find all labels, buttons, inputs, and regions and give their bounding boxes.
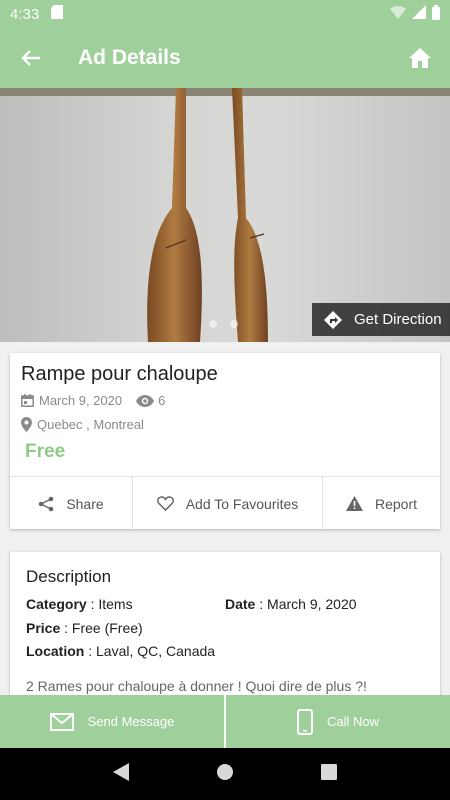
location-label: Location	[26, 643, 85, 659]
carousel-dot[interactable]	[209, 320, 217, 328]
description-heading: Description	[26, 567, 112, 586]
add-to-favourites-button[interactable]: Add To Favourites	[132, 477, 322, 530]
back-arrow-icon	[21, 50, 40, 66]
mail-icon	[49, 712, 74, 731]
system-nav-bar	[0, 748, 450, 800]
back-button[interactable]	[0, 28, 62, 88]
description-text: 2 Rames pour chaloupe à donner ! Quoi di…	[26, 678, 367, 694]
category-row: Category : Items	[26, 596, 133, 612]
nav-recents-icon[interactable]	[320, 763, 337, 785]
home-icon	[409, 48, 431, 68]
location-pin-icon	[21, 417, 32, 432]
send-message-button[interactable]: Send Message	[0, 695, 224, 748]
call-now-label: Call Now	[326, 714, 379, 729]
ad-photo-carousel[interactable]: Get Direction	[0, 88, 450, 342]
signal-icon	[412, 5, 426, 23]
ad-title: Rampe pour chaloupe	[21, 363, 218, 385]
get-direction-label: Get Direction	[354, 311, 442, 328]
description-card: Description Category : Items Date : Marc…	[10, 552, 440, 702]
calendar-icon	[21, 394, 34, 407]
ad-date: March 9, 2020	[21, 393, 122, 408]
sd-card-icon	[51, 5, 64, 23]
carousel-indicator	[209, 320, 238, 328]
category-label: Category	[26, 596, 87, 612]
status-time: 4:33	[10, 5, 40, 23]
ad-location-text: Quebec , Montreal	[37, 417, 144, 432]
carousel-dot[interactable]	[230, 320, 238, 328]
ad-actions: Share Add To Favourites Report	[10, 476, 440, 530]
share-label: Share	[66, 495, 104, 512]
location-row: Location : Laval, QC, Canada	[26, 643, 215, 659]
ad-price: Free	[25, 441, 66, 462]
get-direction-button[interactable]: Get Direction	[312, 303, 450, 336]
bottom-bar-divider	[224, 695, 226, 748]
page-title: Ad Details	[78, 46, 181, 69]
date-label: Date	[225, 596, 256, 612]
favourites-label: Add To Favourites	[185, 495, 299, 512]
price-label: Price	[26, 620, 61, 636]
bottom-action-bar: Send Message Call Now	[0, 695, 450, 748]
share-button[interactable]: Share	[10, 477, 132, 530]
eye-icon	[136, 394, 155, 407]
category-value: : Items	[86, 596, 133, 612]
heart-icon	[156, 496, 174, 511]
directions-icon	[312, 310, 354, 329]
date-value: : March 9, 2020	[255, 596, 357, 612]
location-value: : Laval, QC, Canada	[84, 643, 216, 659]
ad-date-text: March 9, 2020	[39, 393, 123, 408]
nav-home-icon[interactable]	[216, 763, 234, 786]
ad-views-count: 6	[158, 393, 166, 408]
report-button[interactable]: Report	[322, 477, 440, 530]
home-button[interactable]	[406, 44, 434, 72]
ad-location: Quebec , Montreal	[21, 417, 144, 432]
wifi-icon	[390, 5, 406, 23]
share-icon	[39, 496, 54, 511]
warning-icon	[345, 496, 363, 511]
report-label: Report	[374, 495, 418, 512]
nav-back-icon[interactable]	[113, 762, 130, 786]
status-bar: 4:33	[0, 0, 450, 28]
date-row: Date : March 9, 2020	[225, 596, 357, 612]
app-bar: Ad Details	[0, 28, 450, 88]
ad-info-card: Rampe pour chaloupe March 9, 2020 6 Queb…	[10, 353, 440, 530]
battery-icon	[432, 4, 440, 24]
price-value: : Free (Free)	[60, 620, 143, 636]
phone-icon	[296, 708, 313, 735]
ad-meta: March 9, 2020 6	[21, 393, 165, 408]
price-row: Price : Free (Free)	[26, 620, 143, 636]
send-message-label: Send Message	[87, 714, 175, 729]
call-now-button[interactable]: Call Now	[226, 695, 450, 748]
ad-views: 6	[136, 393, 165, 408]
